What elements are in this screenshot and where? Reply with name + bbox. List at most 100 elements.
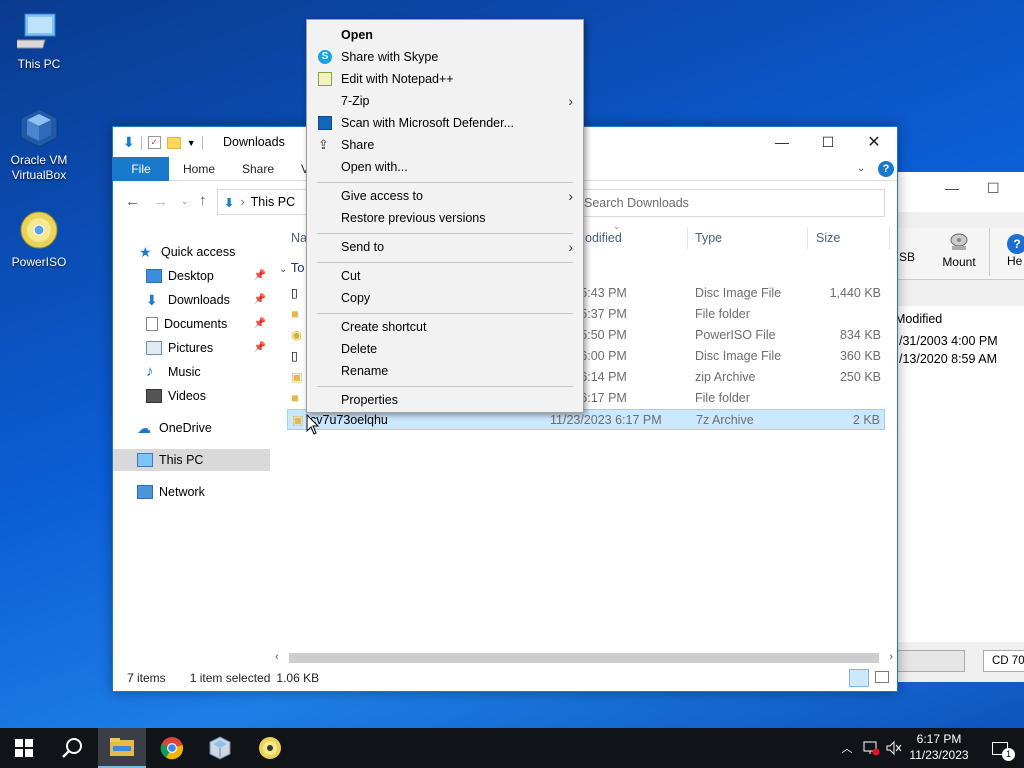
usb-button[interactable]: SB [899, 236, 915, 264]
forward-button[interactable]: → [153, 193, 168, 210]
nav-item-videos[interactable]: Videos [113, 385, 270, 407]
help-icon[interactable]: ? [878, 161, 894, 177]
desktop-icon-poweriso[interactable]: PowerISO [1, 208, 77, 270]
nav-item-pictures[interactable]: Pictures 📌 [113, 337, 270, 359]
poweriso-file-icon: ◉ [291, 328, 302, 342]
taskbar-file-explorer[interactable] [98, 728, 146, 768]
this-pc-icon [10, 10, 61, 54]
poweriso-statusbar: CD 700 [881, 650, 1024, 672]
menu-item-share[interactable]: ⇪ Share [309, 134, 581, 156]
chrome-icon [160, 737, 184, 760]
menu-item-7-zip[interactable]: 7-Zip › [309, 90, 581, 112]
menu-item-send-to[interactable]: Send to › [309, 236, 581, 258]
scroll-right-icon[interactable]: › [889, 651, 893, 663]
maximize-button[interactable]: ☐ [805, 127, 851, 157]
this-pc-icon [137, 453, 153, 467]
menu-item-give-access-to[interactable]: Give access to › [309, 185, 581, 207]
breadcrumb[interactable]: This PC [251, 195, 295, 209]
taskbar-poweriso[interactable] [246, 728, 294, 768]
downloads-arrow-icon: ⬇ [123, 134, 135, 150]
desktop-icon-virtualbox[interactable]: Oracle VM VirtualBox [1, 106, 77, 183]
submenu-arrow-icon: › [568, 239, 573, 255]
minimize-icon[interactable]: — [945, 180, 959, 196]
nav-item-desktop[interactable]: Desktop 📌 [113, 265, 270, 287]
status-bar: 7 items 1 item selected 1.06 KB [113, 665, 897, 691]
show-hidden-icons-button[interactable]: ︿ [836, 728, 858, 768]
group-header-today[interactable]: ⌄ To [279, 260, 305, 275]
mount-button[interactable]: Mount [941, 232, 977, 269]
menu-item-scan-with-defender[interactable]: Scan with Microsoft Defender... [309, 112, 581, 134]
help-button[interactable]: ? He [1007, 234, 1024, 268]
poweriso-file-list: Modified /31/2003 4:00 PM /13/2020 8:59 … [881, 306, 1024, 642]
recent-locations-icon[interactable]: ⌄ [181, 196, 189, 207]
capacity-select[interactable]: CD 700 [983, 650, 1024, 672]
desktop-icon-label: This PC [17, 57, 61, 71]
horizontal-scrollbar[interactable]: ‹ › [275, 651, 893, 665]
column-header-name[interactable]: Na [291, 227, 307, 249]
poweriso-icon [259, 737, 281, 759]
menu-item-share-with-skype[interactable]: S Share with Skype [309, 46, 581, 68]
menu-item-copy[interactable]: Copy [309, 287, 581, 309]
nav-item-documents[interactable]: Documents 📌 [113, 313, 270, 335]
downloads-arrow-icon: ⬇ [146, 292, 158, 308]
nav-item-quick-access[interactable]: ★ Quick access [113, 241, 270, 263]
maximize-icon[interactable]: ☐ [987, 180, 1000, 197]
nav-item-music[interactable]: ♪ Music [113, 361, 270, 383]
selection-count: 1 item selected [189, 671, 271, 685]
menu-item-cut[interactable]: Cut [309, 265, 581, 287]
navigation-pane: ★ Quick access Desktop 📌 ⬇ Downloads 📌 Doc… [113, 227, 273, 661]
background-poweriso-window[interactable]: — ☐ SB Mount ? He Modified /31/2003 4:00… [880, 172, 1024, 682]
up-button[interactable]: ↑ [199, 192, 207, 209]
desktop-icon-label: PowerISO [11, 255, 67, 269]
maximize-icon: ☐ [821, 133, 835, 150]
menu-item-edit-with-notepad-plus-plus[interactable]: Edit with Notepad++ [309, 68, 581, 90]
submenu-arrow-icon: › [568, 188, 573, 204]
details-view-icon[interactable] [849, 669, 869, 687]
properties-icon[interactable]: ✓ [147, 136, 161, 149]
menu-item-open-with[interactable]: Open with... [309, 156, 581, 178]
start-button[interactable] [0, 728, 48, 768]
nav-item-this-pc[interactable]: This PC [113, 449, 270, 471]
new-folder-icon[interactable] [166, 136, 181, 149]
search-input[interactable]: Search Downloads [577, 189, 885, 217]
nav-item-network[interactable]: Network [113, 481, 270, 503]
share-icon: ⇪ [318, 137, 329, 152]
column-header-size[interactable]: Size [816, 227, 840, 249]
taskbar-virtualbox[interactable] [196, 728, 244, 768]
large-icons-view-icon[interactable] [875, 671, 889, 683]
nav-item-downloads[interactable]: ⬇ Downloads 📌 [113, 289, 270, 311]
tab-home[interactable]: Home [183, 157, 215, 181]
tab-file[interactable]: File [113, 157, 169, 181]
minimize-button[interactable]: — [759, 127, 805, 157]
desktop-icon-label: Oracle VM VirtualBox [10, 153, 68, 182]
back-button[interactable]: ← [125, 193, 140, 210]
scrollbar-thumb[interactable] [289, 653, 879, 663]
poweriso-toolbar: SB Mount ? He [881, 228, 1024, 280]
menu-item-rename[interactable]: Rename [309, 360, 581, 382]
menu-item-delete[interactable]: Delete [309, 338, 581, 360]
menu-item-open[interactable]: Open [309, 24, 581, 46]
network-status-button[interactable] [860, 728, 882, 768]
menu-item-create-shortcut[interactable]: Create shortcut [309, 316, 581, 338]
ribbon-expand-icon[interactable]: ⌄ [857, 163, 865, 174]
customize-qat-icon[interactable]: ▼ [187, 138, 196, 148]
close-button[interactable]: ✕ [851, 127, 897, 157]
menu-item-restore-previous-versions[interactable]: Restore previous versions [309, 207, 581, 229]
column-header-modified[interactable]: Modified [895, 312, 942, 326]
virtualbox-icon [209, 736, 231, 760]
menu-item-properties[interactable]: Properties [309, 389, 581, 411]
taskbar: ︿ 6:17 PM 11/23/2023 1 [0, 728, 1024, 768]
search-icon [62, 738, 82, 758]
action-center-button[interactable]: 1 [980, 728, 1020, 768]
notification-count-badge: 1 [1002, 748, 1015, 761]
column-header-type[interactable]: Type [695, 227, 722, 249]
selection-size: 1.06 KB [276, 671, 320, 685]
system-clock[interactable]: 6:17 PM 11/23/2023 [900, 731, 978, 763]
search-button[interactable] [48, 728, 96, 768]
zip-archive-icon: ▣ [291, 370, 303, 384]
taskbar-chrome[interactable] [148, 728, 196, 768]
desktop-icon-this-pc[interactable]: This PC [1, 10, 77, 72]
nav-item-onedrive[interactable]: ☁ OneDrive [113, 417, 270, 439]
tab-share[interactable]: Share [242, 157, 274, 181]
scroll-left-icon[interactable]: ‹ [275, 651, 279, 663]
